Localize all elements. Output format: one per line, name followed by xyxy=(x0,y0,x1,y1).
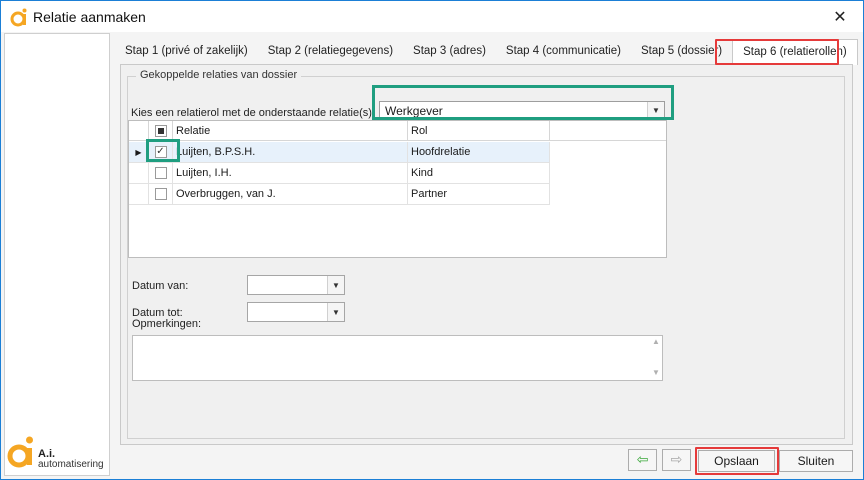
tab-content-panel: Gekoppelde relaties van dossier Kies een… xyxy=(120,64,853,445)
scroll-up-icon[interactable]: ▲ xyxy=(652,337,660,346)
chevron-down-icon[interactable]: ▼ xyxy=(647,102,664,120)
back-button[interactable]: ⇦ xyxy=(628,449,657,471)
chevron-down-icon[interactable]: ▼ xyxy=(327,303,344,321)
row-indicator xyxy=(129,184,149,205)
cell-rol: Partner xyxy=(408,184,550,205)
cell-relatie: Luijten, I.H. xyxy=(173,163,408,184)
table-row[interactable]: Overbruggen, van J. Partner xyxy=(129,184,550,205)
row-checkbox[interactable]: ✓ xyxy=(149,142,173,163)
close-button[interactable]: Sluiten xyxy=(779,450,853,472)
dialog-window: Relatie aanmaken ✕ A.i. automatisering S… xyxy=(0,0,864,480)
close-icon[interactable]: ✕ xyxy=(817,1,863,32)
cell-relatie: Overbruggen, van J. xyxy=(173,184,408,205)
tab-stap-6[interactable]: Stap 6 (relatierollen) xyxy=(732,39,858,65)
linked-relations-group: Gekoppelde relaties van dossier Kies een… xyxy=(127,69,845,439)
forward-button[interactable]: ⇨ xyxy=(662,449,691,471)
textarea-scrollbar[interactable]: ▲ ▼ xyxy=(650,336,662,380)
window-title: Relatie aanmaken xyxy=(33,8,146,25)
role-select-value: Werkgever xyxy=(385,104,443,118)
scroll-down-icon[interactable]: ▼ xyxy=(652,368,660,377)
tab-stap-4[interactable]: Stap 4 (communicatie) xyxy=(496,39,631,63)
checkbox-empty-icon xyxy=(154,188,167,200)
row-indicator xyxy=(129,163,149,184)
column-header-rol[interactable]: Rol xyxy=(408,121,550,141)
step-tabs: Stap 1 (privé of zakelijk) Stap 2 (relat… xyxy=(115,39,858,65)
table-row[interactable]: Luijten, I.H. Kind xyxy=(129,163,550,184)
arrow-right-icon: ⇨ xyxy=(670,451,683,467)
arrow-left-icon: ⇦ xyxy=(636,451,649,467)
datum-van-input[interactable]: ▼ xyxy=(247,275,345,295)
row-indicator-icon: ▶ xyxy=(129,142,149,163)
check-icon: ✓ xyxy=(154,146,167,158)
datum-van-label: Datum van: xyxy=(132,280,189,292)
indicator-header xyxy=(129,121,149,141)
table-row[interactable]: ▶ ✓ Luijten, B.P.S.H. Hoofdrelatie xyxy=(129,142,550,163)
tab-stap-2[interactable]: Stap 2 (relatiegegevens) xyxy=(258,39,403,63)
ai-logo-icon xyxy=(9,7,29,27)
left-sidebar xyxy=(4,33,110,476)
company-logo: A.i. automatisering xyxy=(4,433,108,473)
relations-grid: Relatie Rol ▶ ✓ Luijten, B.P.S.H. Hoofdr… xyxy=(128,120,667,258)
logo-text-company: automatisering xyxy=(38,459,104,470)
title-bar: Relatie aanmaken ✕ xyxy=(1,1,863,32)
opmerkingen-textarea[interactable]: ▲ ▼ xyxy=(132,335,663,381)
cell-rol: Kind xyxy=(408,163,550,184)
tab-stap-1[interactable]: Stap 1 (privé of zakelijk) xyxy=(115,39,258,63)
tab-stap-5[interactable]: Stap 5 (dossier) xyxy=(631,39,732,63)
checkbox-partial-icon xyxy=(154,125,167,137)
checkbox-empty-icon xyxy=(154,167,167,179)
save-button[interactable]: Opslaan xyxy=(698,450,775,472)
opmerkingen-label: Opmerkingen: xyxy=(132,318,202,330)
datum-tot-input[interactable]: ▼ xyxy=(247,302,345,322)
role-label: Kies een relatierol met de onderstaande … xyxy=(131,107,375,119)
select-all-checkbox[interactable] xyxy=(149,121,173,141)
tab-stap-3[interactable]: Stap 3 (adres) xyxy=(403,39,496,63)
column-header-relatie[interactable]: Relatie xyxy=(173,121,408,141)
chevron-down-icon[interactable]: ▼ xyxy=(327,276,344,294)
role-select[interactable]: Werkgever ▼ xyxy=(379,101,665,121)
cell-relatie: Luijten, B.P.S.H. xyxy=(173,142,408,163)
row-checkbox[interactable] xyxy=(149,163,173,184)
row-checkbox[interactable] xyxy=(149,184,173,205)
cell-rol: Hoofdrelatie xyxy=(408,142,550,163)
grid-header: Relatie Rol xyxy=(129,121,666,141)
group-title: Gekoppelde relaties van dossier xyxy=(136,69,302,81)
